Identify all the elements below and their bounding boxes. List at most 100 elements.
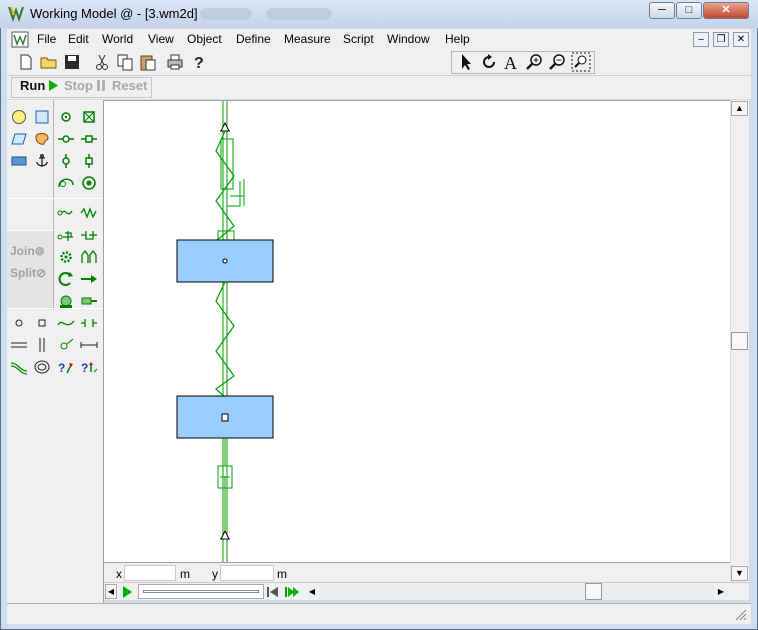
mdi-restore-button[interactable]: ❐	[713, 32, 729, 47]
stop-label: Stop	[64, 78, 93, 93]
square-body-tool-icon[interactable]	[10, 153, 28, 169]
scissors-icon[interactable]	[92, 52, 112, 72]
point-tool-icon[interactable]	[10, 315, 28, 331]
menu-object[interactable]: Object	[187, 32, 222, 46]
printer-icon[interactable]	[165, 52, 185, 72]
force-help-icon[interactable]: ?	[57, 359, 75, 375]
linear-actuator-icon[interactable]	[80, 271, 98, 287]
help-question-icon[interactable]: ?	[189, 52, 209, 72]
menu-script[interactable]: Script	[343, 32, 374, 46]
menu-help[interactable]: Help	[445, 32, 470, 46]
tape-play-icon[interactable]	[120, 585, 134, 599]
pulley-tool-icon[interactable]	[80, 249, 98, 265]
anchor-tool-icon[interactable]	[33, 153, 51, 169]
split-button[interactable]: Split⊘	[10, 266, 46, 280]
curved-rope-tool-icon[interactable]	[57, 315, 75, 331]
hscroll-right-arrow-icon[interactable]: ▶	[714, 584, 728, 599]
menu-world[interactable]: World	[102, 32, 133, 46]
paste-icon[interactable]	[138, 52, 158, 72]
horizontal-slot-icon[interactable]	[57, 131, 75, 147]
spring-tool-icon[interactable]	[80, 205, 98, 221]
pause-icon	[96, 80, 105, 91]
svg-text:?: ?	[81, 361, 88, 375]
stop-button[interactable]: Stop	[64, 78, 105, 96]
closed-slot-icon[interactable]	[80, 175, 98, 191]
horizontal-scroll-track[interactable]	[320, 584, 714, 599]
run-label: Run	[20, 78, 46, 93]
zoom-fit-icon[interactable]	[571, 52, 591, 72]
menu-view[interactable]: View	[148, 32, 174, 46]
window-minimize-button[interactable]: ─	[649, 2, 675, 19]
horizontal-slot-line-icon[interactable]	[10, 337, 28, 353]
svg-text:A: A	[504, 53, 517, 72]
separator-tool-icon[interactable]	[80, 315, 98, 331]
scroll-down-arrow-icon[interactable]: ▼	[731, 566, 748, 581]
menu-measure[interactable]: Measure	[284, 32, 331, 46]
square-point-element-icon[interactable]	[80, 109, 98, 125]
copy-icon[interactable]	[115, 52, 135, 72]
menu-define[interactable]: Define	[236, 32, 271, 46]
horizontal-scroll-thumb[interactable]	[585, 583, 602, 600]
vertical-slot-icon[interactable]	[57, 153, 75, 169]
motor-tool-icon[interactable]	[57, 293, 75, 309]
menu-edit[interactable]: Edit	[68, 32, 89, 46]
working-model-logo-icon	[8, 6, 24, 22]
rectangle-tool-icon[interactable]	[33, 109, 51, 125]
gear-tool-icon[interactable]	[57, 249, 75, 265]
vertical-scrollbar[interactable]: ▲ ▼	[730, 100, 749, 582]
window-close-button[interactable]: ✕	[703, 2, 749, 19]
closed-slot-line-icon[interactable]	[33, 359, 51, 375]
window-maximize-button[interactable]: □	[676, 2, 702, 19]
x-coord-field[interactable]	[124, 565, 176, 581]
resize-grip-icon[interactable]	[735, 609, 747, 621]
tape-step-back-icon[interactable]	[266, 585, 280, 599]
y-coord-field[interactable]	[220, 565, 274, 581]
circle-tool-icon[interactable]	[10, 109, 28, 125]
upper-mass-center-point	[222, 258, 228, 264]
curved-slot-line-icon[interactable]	[10, 359, 28, 375]
workspace-canvas[interactable]	[104, 100, 730, 562]
rope-tool-icon[interactable]	[57, 205, 75, 221]
join-button[interactable]: Join⊚	[10, 244, 45, 258]
rotational-motor-icon[interactable]	[57, 271, 75, 287]
tape-position-slider[interactable]	[138, 584, 264, 599]
menu-file[interactable]: File	[37, 32, 56, 46]
torsion-spring-icon[interactable]	[57, 337, 75, 353]
vertical-scroll-thumb[interactable]	[731, 332, 748, 350]
actuator-tool-icon[interactable]	[80, 293, 98, 309]
scroll-up-arrow-icon[interactable]: ▲	[731, 101, 748, 116]
run-button[interactable]: Run	[20, 78, 58, 96]
tape-rewind-icon[interactable]: ◀	[105, 584, 117, 599]
damper-tool-icon[interactable]	[80, 227, 98, 243]
mechanism-drawing	[176, 101, 274, 562]
vertical-slot-line-icon[interactable]	[33, 337, 51, 353]
keyed-horizontal-slot-icon[interactable]	[80, 131, 98, 147]
reset-button[interactable]: Reset	[112, 78, 147, 96]
rotate-icon[interactable]	[479, 52, 499, 72]
keyed-vertical-slot-icon[interactable]	[80, 153, 98, 169]
hscroll-left-arrow-icon[interactable]: ◀	[305, 584, 319, 599]
curved-body-tool-icon[interactable]	[33, 131, 51, 147]
square-point-tool-icon[interactable]	[33, 315, 51, 331]
playback-bar: ◀ ◀ ▶	[104, 582, 749, 600]
new-file-icon[interactable]	[16, 52, 36, 72]
blurred-title-text	[200, 8, 252, 20]
split-icon: ⊘	[36, 266, 47, 280]
zoom-in-icon[interactable]	[525, 52, 545, 72]
document-icon[interactable]	[11, 31, 29, 48]
spring-damper-tool-icon[interactable]	[57, 227, 75, 243]
torque-help-icon[interactable]: ?	[80, 359, 98, 375]
save-disk-icon[interactable]	[62, 52, 82, 72]
arrow-pointer-icon[interactable]	[456, 52, 476, 72]
mdi-close-button[interactable]: ✕	[733, 32, 749, 47]
tape-fast-forward-icon[interactable]	[284, 585, 300, 599]
polygon-tool-icon[interactable]	[10, 131, 28, 147]
zoom-out-icon[interactable]	[548, 52, 568, 72]
text-tool-icon[interactable]: A	[502, 52, 522, 72]
mdi-minimize-button[interactable]: –	[693, 32, 709, 47]
point-element-icon[interactable]	[57, 109, 75, 125]
rod-tool-icon[interactable]	[80, 337, 98, 353]
open-folder-icon[interactable]	[39, 52, 59, 72]
curved-slot-icon[interactable]	[57, 175, 75, 191]
menu-window[interactable]: Window	[387, 32, 430, 46]
